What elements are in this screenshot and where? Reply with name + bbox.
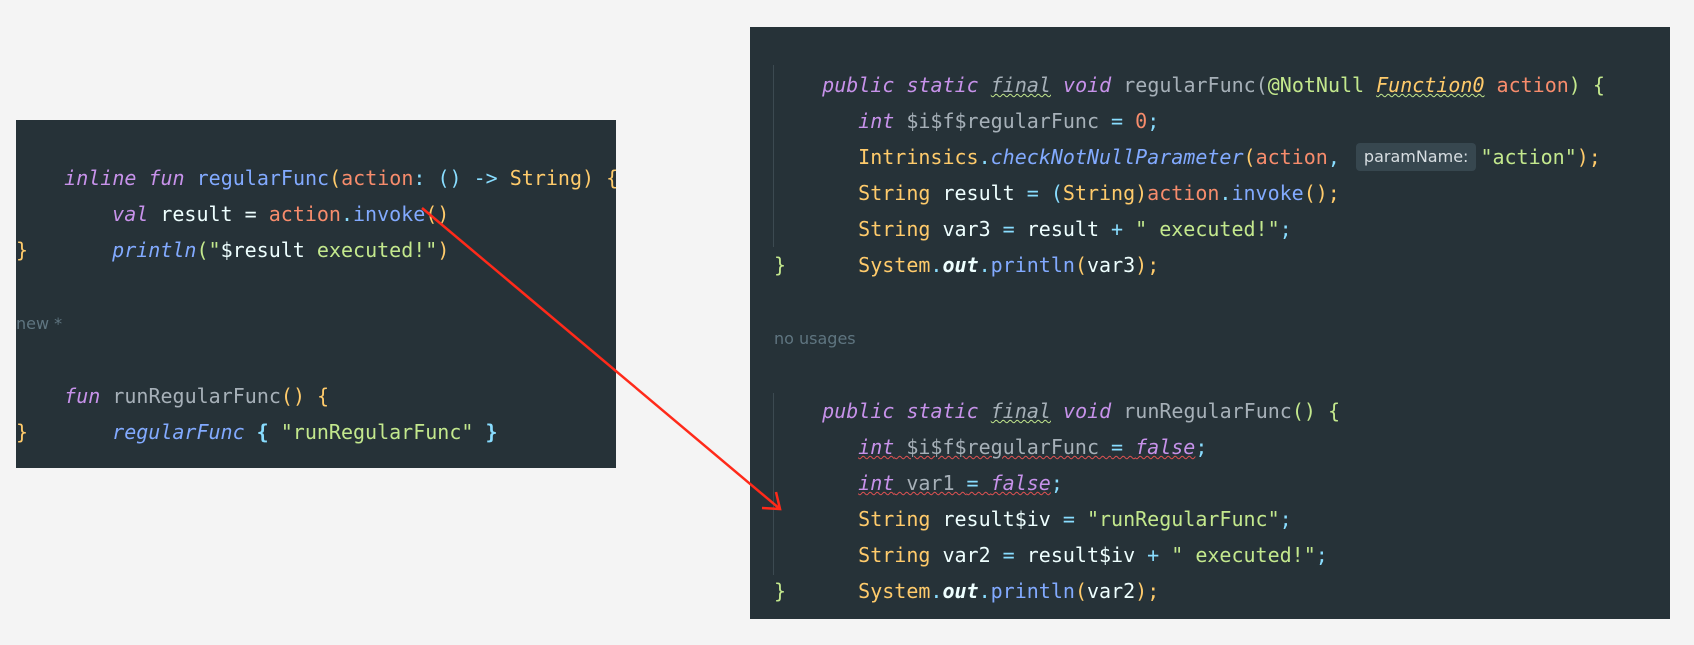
arrow-shaft — [421, 207, 781, 510]
annotation-arrow — [421, 207, 782, 511]
